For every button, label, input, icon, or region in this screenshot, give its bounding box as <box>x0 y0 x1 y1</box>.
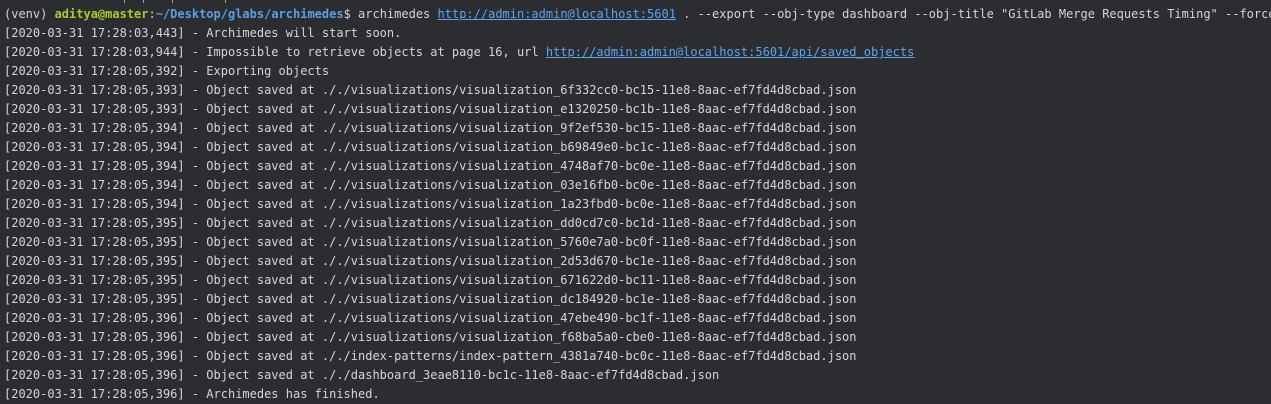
prompt-symbol: $ <box>343 7 359 21</box>
log-line-text: [2020-03-31 17:28:05,395] - Object saved… <box>4 216 857 230</box>
log-line: [2020-03-31 17:28:05,395] - Object saved… <box>4 233 1271 252</box>
log-line: [2020-03-31 17:28:05,395] - Object saved… <box>4 252 1271 271</box>
prompt-path: ~/Desktop/glabs/archimedes <box>155 7 344 21</box>
log-line: [2020-03-31 17:28:05,392] - Exporting ob… <box>4 62 1271 81</box>
log-line: [2020-03-31 17:28:05,394] - Object saved… <box>4 119 1271 138</box>
log-url-link[interactable]: http://admin:admin@localhost:5601/api/sa… <box>546 45 914 59</box>
log-line: [2020-03-31 17:28:03,443] - Archimedes w… <box>4 24 1271 43</box>
log-line: [2020-03-31 17:28:05,394] - Object saved… <box>4 157 1271 176</box>
log-line: [2020-03-31 17:28:05,393] - Object saved… <box>4 100 1271 119</box>
command-name: archimedes <box>358 7 438 21</box>
log-line-text: [2020-03-31 17:28:05,394] - Object saved… <box>4 159 857 173</box>
log-line-text: [2020-03-31 17:28:05,395] - Object saved… <box>4 273 857 287</box>
log-line-text: [2020-03-31 17:28:03,944] - Impossible t… <box>4 45 546 59</box>
log-line-text: [2020-03-31 17:28:05,393] - Object saved… <box>4 102 857 116</box>
venv-indicator: (venv) <box>4 7 55 21</box>
command-args: . --export --obj-type dashboard --obj-ti… <box>675 7 1271 21</box>
log-line: [2020-03-31 17:28:05,394] - Object saved… <box>4 176 1271 195</box>
log-line-text: [2020-03-31 17:28:03,443] - Archimedes w… <box>4 26 402 40</box>
log-line-text: [2020-03-31 17:28:05,394] - Object saved… <box>4 121 857 135</box>
log-line: [2020-03-31 17:28:05,396] - Archimedes h… <box>4 385 1271 404</box>
log-line: [2020-03-31 17:28:05,396] - Object saved… <box>4 309 1271 328</box>
log-line-text: [2020-03-31 17:28:05,396] - Archimedes h… <box>4 387 380 401</box>
log-line-text: [2020-03-31 17:28:05,395] - Object saved… <box>4 254 857 268</box>
log-line-text: [2020-03-31 17:28:05,396] - Object saved… <box>4 330 857 344</box>
log-line-text: [2020-03-31 17:28:05,394] - Object saved… <box>4 178 857 192</box>
previous-output-edge <box>0 0 1271 4</box>
log-line-text: [2020-03-31 17:28:05,395] - Object saved… <box>4 292 857 306</box>
prompt-separator: : <box>148 7 156 21</box>
log-line: [2020-03-31 17:28:05,395] - Object saved… <box>4 271 1271 290</box>
log-line: [2020-03-31 17:28:05,394] - Object saved… <box>4 195 1271 214</box>
log-line: [2020-03-31 17:28:05,396] - Object saved… <box>4 328 1271 347</box>
log-line-text: [2020-03-31 17:28:05,395] - Object saved… <box>4 235 857 249</box>
prompt-user-host: aditya@master <box>54 7 149 21</box>
log-line-text: [2020-03-31 17:28:05,396] - Object saved… <box>4 349 857 363</box>
log-line-text: [2020-03-31 17:28:05,396] - Object saved… <box>4 368 720 382</box>
log-line: [2020-03-31 17:28:03,944] - Impossible t… <box>4 43 1271 62</box>
log-line: [2020-03-31 17:28:05,393] - Object saved… <box>4 81 1271 100</box>
log-line: [2020-03-31 17:28:05,396] - Object saved… <box>4 366 1271 385</box>
log-line: [2020-03-31 17:28:05,395] - Object saved… <box>4 214 1271 233</box>
terminal-output: (venv) aditya@master:~/Desktop/glabs/arc… <box>4 5 1271 404</box>
log-line-text: [2020-03-31 17:28:05,392] - Exporting ob… <box>4 64 330 78</box>
log-line-text: [2020-03-31 17:28:05,394] - Object saved… <box>4 140 857 154</box>
log-line-text: [2020-03-31 17:28:05,393] - Object saved… <box>4 83 857 97</box>
log-line: [2020-03-31 17:28:05,395] - Object saved… <box>4 290 1271 309</box>
log-line: [2020-03-31 17:28:05,396] - Object saved… <box>4 347 1271 366</box>
command-line: (venv) aditya@master:~/Desktop/glabs/arc… <box>4 5 1271 24</box>
terminal-window[interactable]: (venv) aditya@master:~/Desktop/glabs/arc… <box>0 0 1271 404</box>
command-url-link[interactable]: http://admin:admin@localhost:5601 <box>438 7 676 21</box>
log-line-text: [2020-03-31 17:28:05,394] - Object saved… <box>4 197 857 211</box>
log-line: [2020-03-31 17:28:05,394] - Object saved… <box>4 138 1271 157</box>
log-line-text: [2020-03-31 17:28:05,396] - Object saved… <box>4 311 857 325</box>
